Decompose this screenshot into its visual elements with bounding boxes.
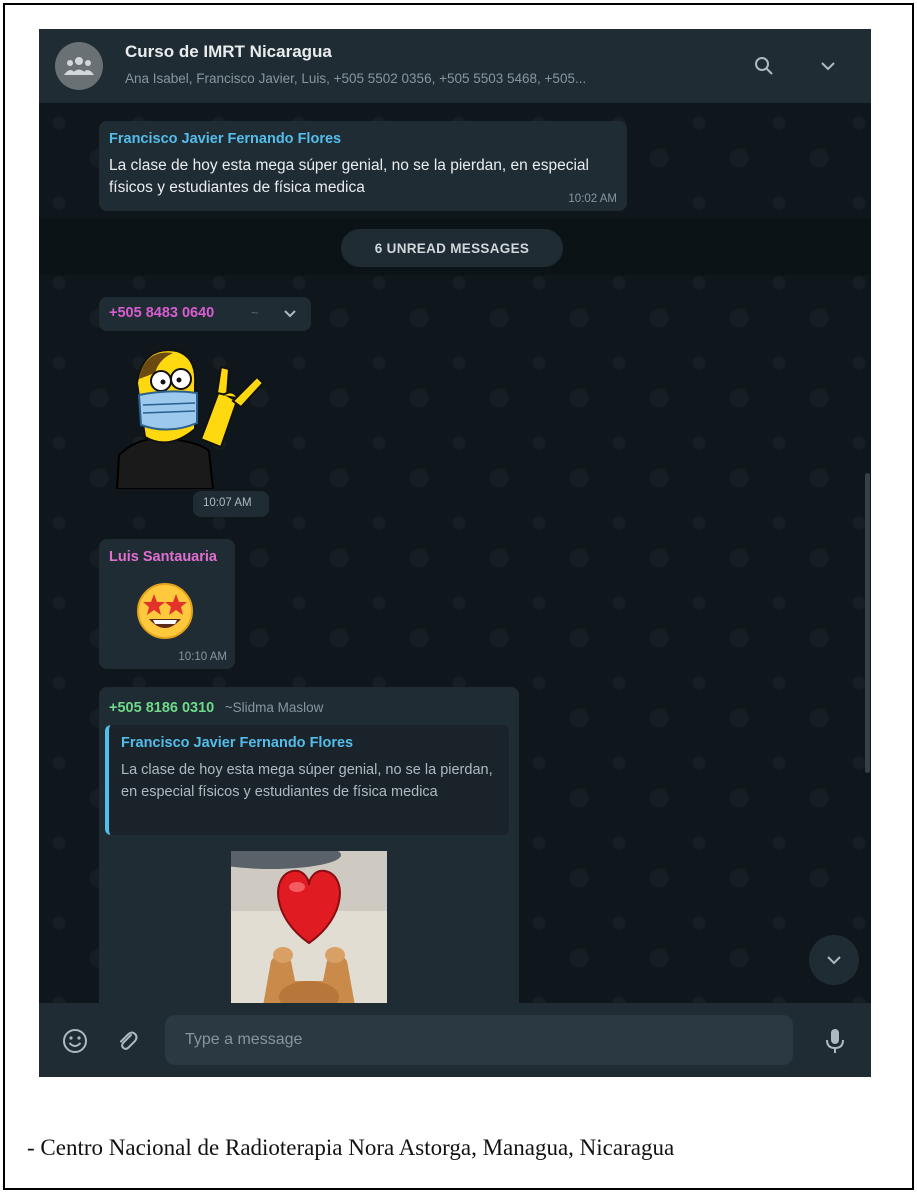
search-icon xyxy=(755,57,773,75)
sticker-image xyxy=(115,349,265,490)
masked-cartoon-rock-hand-sticker[interactable] xyxy=(109,339,269,490)
chevron-down-icon xyxy=(827,956,841,965)
attach-button[interactable] xyxy=(113,1027,141,1055)
heart-and-cat-image[interactable] xyxy=(231,851,387,1003)
sticker-sender-tag[interactable]: +505 8483 0640 ~ xyxy=(99,297,311,331)
attached-image xyxy=(231,851,387,1003)
chat-members: Ana Isabel, Francisco Javier, Luis, +505… xyxy=(125,71,587,86)
quoted-text: La clase de hoy esta mega súper genial, … xyxy=(121,762,493,800)
scrollbar[interactable] xyxy=(865,473,870,773)
group-avatar[interactable] xyxy=(55,42,103,90)
figure-frame: Curso de IMRT Nicaragua Ana Isabel, Fran… xyxy=(3,3,914,1190)
sticker-time-badge: 10:07 AM xyxy=(193,491,269,517)
sender-alias: ~ xyxy=(251,305,259,320)
message-sender[interactable]: Francisco Javier Fernando Flores xyxy=(109,131,341,147)
unread-count-label: 6 UNREAD MESSAGES xyxy=(341,229,563,267)
menu-button[interactable] xyxy=(815,53,841,79)
quoted-author: Francisco Javier Fernando Flores xyxy=(121,735,354,751)
message-bubble[interactable]: Francisco Javier Fernando Flores La clas… xyxy=(99,121,627,211)
message-sender[interactable]: +505 8483 0640 xyxy=(109,305,214,321)
message-bubble[interactable]: Luis Santauaria 10:10 AM xyxy=(99,539,235,669)
chevron-down-icon[interactable] xyxy=(283,309,297,318)
whatsapp-window: Curso de IMRT Nicaragua Ana Isabel, Fran… xyxy=(39,29,871,1077)
message-input[interactable] xyxy=(165,1015,793,1065)
scroll-to-bottom-button[interactable] xyxy=(809,935,859,985)
message-composer xyxy=(39,1003,871,1077)
quoted-message[interactable]: Francisco Javier Fernando Flores La clas… xyxy=(105,725,509,835)
message-list[interactable]: Francisco Javier Fernando Flores La clas… xyxy=(39,103,871,1003)
search-button[interactable] xyxy=(751,53,777,79)
message-sender[interactable]: Luis Santauaria xyxy=(109,549,217,565)
chat-title[interactable]: Curso de IMRT Nicaragua xyxy=(125,42,332,62)
message-text: La clase de hoy esta mega súper genial, … xyxy=(109,157,589,196)
message-bubble[interactable]: +505 8186 0310 ~Slidma Maslow Francisco … xyxy=(99,687,519,1003)
microphone-icon xyxy=(826,1029,844,1053)
voice-message-button[interactable] xyxy=(821,1027,849,1055)
message-sender[interactable]: +505 8186 0310 xyxy=(109,700,214,716)
chat-header[interactable]: Curso de IMRT Nicaragua Ana Isabel, Fran… xyxy=(39,29,871,103)
paperclip-icon xyxy=(120,1031,138,1050)
message-time: 10:02 AM xyxy=(568,193,617,205)
group-icon xyxy=(64,57,94,75)
chevron-down-icon xyxy=(821,62,835,71)
figure-caption: - Centro Nacional de Radioterapia Nora A… xyxy=(27,1135,675,1160)
emoji-button[interactable] xyxy=(61,1027,89,1055)
star-struck-emoji-icon xyxy=(137,583,193,639)
message-time: 10:07 AM xyxy=(203,497,252,509)
message-time: 10:10 AM xyxy=(178,651,227,663)
sender-alias: ~Slidma Maslow xyxy=(224,700,324,715)
star-struck-emoji xyxy=(135,581,195,641)
emoji-icon xyxy=(63,1029,87,1053)
